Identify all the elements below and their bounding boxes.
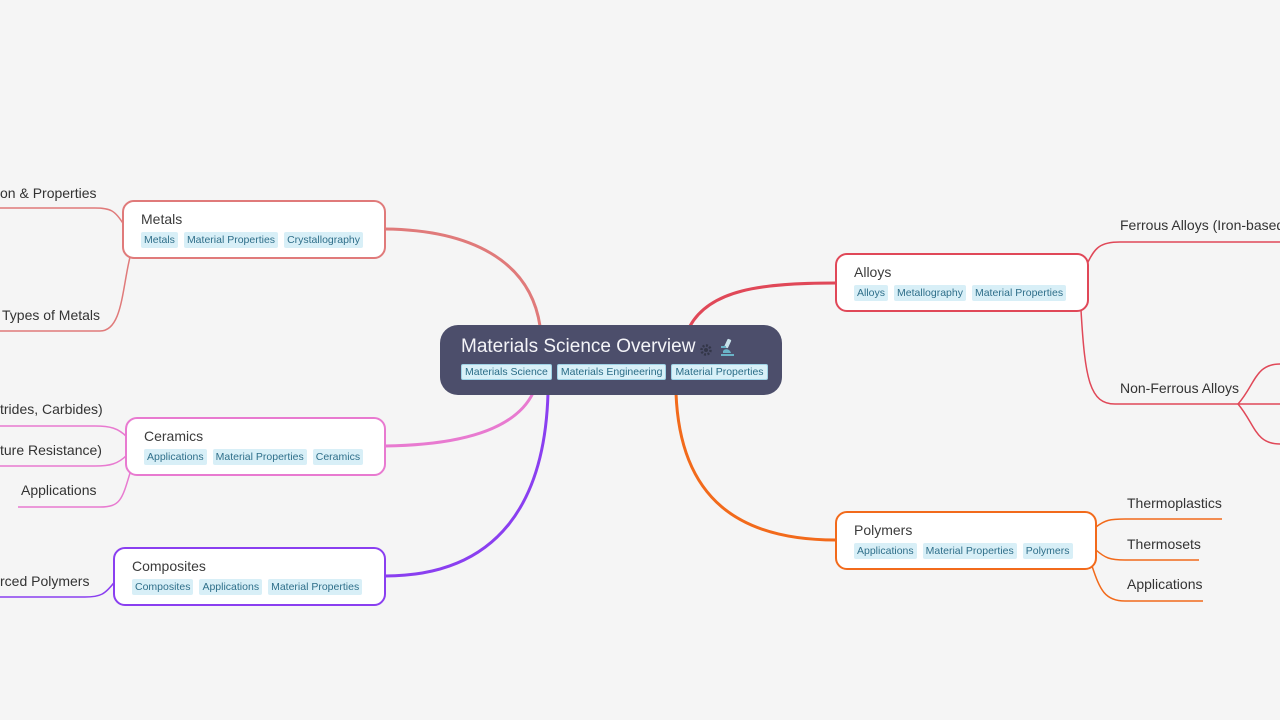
node-title: Metals <box>141 211 183 227</box>
root-node[interactable]: Materials Science Overview Materials Sci… <box>440 325 782 395</box>
link-root-composites <box>384 392 550 578</box>
microscope-icon <box>717 337 737 357</box>
leaf-polymers-applications[interactable]: Applications <box>1127 576 1203 592</box>
tag[interactable]: Alloys <box>854 285 889 301</box>
branch-node-ceramics[interactable]: Ceramics Applications Material Propertie… <box>125 417 386 476</box>
node-tags: Metals Material Properties Crystallograp… <box>141 232 368 248</box>
branch-node-polymers[interactable]: Polymers Applications Material Propertie… <box>835 511 1097 570</box>
leaf-polymers-thermoplastics[interactable]: Thermoplastics <box>1127 495 1222 511</box>
branch-node-alloys[interactable]: Alloys Alloys Metallography Material Pro… <box>835 253 1089 312</box>
tag[interactable]: Material Properties <box>212 449 307 465</box>
link-alloys-ferrous <box>1087 241 1280 263</box>
tag[interactable]: Metals <box>141 232 178 248</box>
tag[interactable]: Crystallography <box>284 232 364 248</box>
tag[interactable]: Material Properties <box>971 285 1067 301</box>
gear-icon[interactable] <box>699 340 713 356</box>
link-nonferrous-c <box>1237 403 1280 445</box>
link-root-ceramics <box>384 392 535 448</box>
leaf-alloys-ferrous[interactable]: Ferrous Alloys (Iron-based) <box>1120 217 1280 233</box>
tag[interactable]: Materials Science <box>461 364 552 380</box>
link-root-polymers <box>674 392 837 542</box>
node-title: Ceramics <box>144 428 204 444</box>
node-title: Alloys <box>854 264 892 280</box>
node-tags: Applications Material Properties Polymer… <box>854 543 1079 559</box>
leaf-polymers-thermosets[interactable]: Thermosets <box>1127 536 1201 552</box>
tag[interactable]: Composites <box>132 579 194 595</box>
tag[interactable]: Material Properties <box>922 543 1017 559</box>
node-tags: Alloys Metallography Material Properties <box>854 285 1071 301</box>
tag[interactable]: Material Properties <box>183 232 279 248</box>
link-root-metals <box>384 227 542 327</box>
link-polymers-thermoplastics <box>1095 518 1222 528</box>
node-title: Polymers <box>854 522 913 538</box>
tag[interactable]: Metallography <box>894 285 966 301</box>
tag[interactable]: Applications <box>144 449 207 465</box>
root-title-text: Materials Science Overview <box>461 336 696 357</box>
link-nonferrous-a <box>1237 363 1280 405</box>
link-root-alloys <box>688 281 837 327</box>
root-tags: Materials Science Materials Engineering … <box>461 364 782 380</box>
tag[interactable]: Material Properties <box>268 579 363 595</box>
branch-node-metals[interactable]: Metals Metals Material Properties Crysta… <box>122 200 386 259</box>
tag[interactable]: Materials Engineering <box>556 364 667 380</box>
root-title: Materials Science Overview <box>461 335 782 359</box>
node-tags: Applications Material Properties Ceramic… <box>144 449 368 465</box>
link-ceramics-1 <box>0 425 128 438</box>
node-tags: Composites Applications Material Propert… <box>132 579 368 595</box>
leaf-ceramics-2[interactable]: ture Resistance) <box>0 442 102 458</box>
tag[interactable]: Polymers <box>1022 543 1073 559</box>
leaf-metals-composition[interactable]: on & Properties <box>0 185 97 201</box>
tag[interactable]: Applications <box>199 579 263 595</box>
link-metals-composition <box>0 207 125 226</box>
leaf-metals-types[interactable]: Types of Metals <box>2 307 100 323</box>
tag[interactable]: Ceramics <box>312 449 364 465</box>
branch-node-composites[interactable]: Composites Composites Applications Mater… <box>113 547 386 606</box>
leaf-alloys-nonferrous[interactable]: Non-Ferrous Alloys <box>1120 380 1239 396</box>
leaf-ceramics-applications[interactable]: Applications <box>21 482 97 498</box>
node-title: Composites <box>132 558 206 574</box>
leaf-composites-1[interactable]: rced Polymers <box>0 573 89 589</box>
tag[interactable]: Applications <box>854 543 917 559</box>
tag[interactable]: Material Properties <box>671 364 768 380</box>
leaf-ceramics-1[interactable]: trides, Carbides) <box>0 401 103 417</box>
